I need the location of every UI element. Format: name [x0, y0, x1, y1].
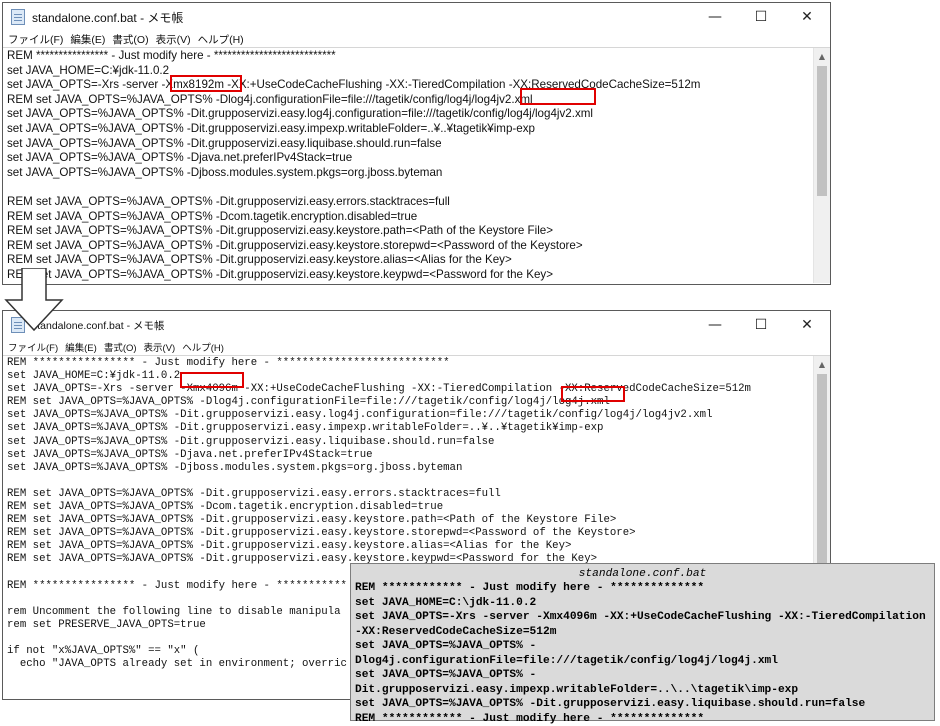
scroll-up-icon[interactable]: ▲ [814, 48, 830, 64]
notepad-icon [11, 9, 25, 25]
menu-help[interactable]: ヘルプ(H) [182, 340, 224, 354]
text-line: REM set JAVA_OPTS=%JAVA_OPTS% -Dit.grupp… [7, 514, 830, 527]
text-line: set JAVA_OPTS=%JAVA_OPTS% -Djboss.module… [7, 462, 830, 475]
maximize-button[interactable]: ☐ [738, 3, 784, 31]
menu-edit[interactable]: 編集(E) [65, 340, 97, 354]
text-line: REM set JAVA_OPTS=%JAVA_OPTS% -Dlog4j.co… [7, 396, 830, 409]
minimize-button[interactable]: — [692, 311, 738, 339]
text-line: set JAVA_HOME=C:¥jdk-11.0.2 [7, 370, 830, 383]
notepad-window-before[interactable]: standalone.conf.bat - メモ帳 — ☐ ✕ ファイル(F) … [2, 2, 831, 285]
menu-file[interactable]: ファイル(F) [8, 32, 63, 47]
menu-view[interactable]: 表示(V) [156, 32, 191, 47]
text-line: REM set JAVA_OPTS=%JAVA_OPTS% -Dit.grupp… [7, 268, 830, 283]
text-line: set JAVA_HOME=C:\jdk-11.0.2 [355, 596, 930, 611]
menu-bar: ファイル(F) 編集(E) 書式(O) 表示(V) ヘルプ(H) [3, 31, 830, 47]
text-line: set JAVA_OPTS=-Xrs -server -Xmx4096m -XX… [7, 383, 830, 396]
text-line: REM ************ - Just modify here - **… [355, 581, 930, 596]
close-button[interactable]: ✕ [784, 311, 830, 339]
callout-title: standalone.conf.bat [355, 567, 930, 581]
menu-file[interactable]: ファイル(F) [8, 340, 58, 354]
text-line: REM set JAVA_OPTS=%JAVA_OPTS% -Dit.grupp… [7, 488, 830, 501]
text-line: set JAVA_OPTS=%JAVA_OPTS% -Dit.grupposer… [7, 122, 830, 137]
text-line: REM set JAVA_OPTS=%JAVA_OPTS% -Dit.grupp… [7, 527, 830, 540]
title-bar[interactable]: standalone.conf.bat - メモ帳 — ☐ ✕ [3, 311, 830, 339]
down-arrow-icon [4, 268, 64, 332]
menu-format[interactable]: 書式(O) [104, 340, 137, 354]
text-line: set JAVA_OPTS=%JAVA_OPTS% -Dit.grupposer… [355, 668, 930, 697]
vertical-scrollbar[interactable]: ▲ [813, 48, 830, 283]
file-content-callout: standalone.conf.bat REM ************ - J… [350, 563, 935, 721]
text-line: set JAVA_OPTS=-Xrs -server -Xmx8192m -XX… [7, 78, 830, 93]
text-line: set JAVA_OPTS=%JAVA_OPTS% -Djboss.module… [7, 166, 830, 181]
text-editor[interactable]: REM **************** - Just modify here … [3, 47, 830, 283]
window-title: standalone.conf.bat - メモ帳 [32, 9, 183, 26]
text-line: REM set JAVA_OPTS=%JAVA_OPTS% -Dit.grupp… [7, 540, 830, 553]
text-line: set JAVA_HOME=C:¥jdk-11.0.2 [7, 64, 830, 79]
text-line: set JAVA_OPTS=-Xrs -server -Xmx4096m -XX… [355, 610, 930, 639]
menu-format[interactable]: 書式(O) [112, 32, 148, 47]
text-line: REM set JAVA_OPTS=%JAVA_OPTS% -Dlog4j.co… [7, 93, 830, 108]
text-line [7, 180, 830, 195]
text-line: set JAVA_OPTS=%JAVA_OPTS% -Dit.grupposer… [355, 697, 930, 712]
text-line: set JAVA_OPTS=%JAVA_OPTS% -Djava.net.pre… [7, 449, 830, 462]
text-line: REM set JAVA_OPTS=%JAVA_OPTS% -Dit.grupp… [7, 253, 830, 268]
close-button[interactable]: ✕ [784, 3, 830, 31]
text-line: set JAVA_OPTS=%JAVA_OPTS% -Dit.grupposer… [7, 436, 830, 449]
text-line: REM set JAVA_OPTS=%JAVA_OPTS% -Dit.grupp… [7, 239, 830, 254]
text-line: REM **************** - Just modify here … [7, 357, 830, 370]
text-line: set JAVA_OPTS=%JAVA_OPTS% -Dit.grupposer… [7, 422, 830, 435]
text-line: REM set JAVA_OPTS=%JAVA_OPTS% -Dit.grupp… [7, 195, 830, 210]
text-line: REM ************ - Just modify here - **… [355, 712, 930, 726]
menu-edit[interactable]: 編集(E) [70, 32, 105, 47]
text-line: set JAVA_OPTS=%JAVA_OPTS% -Djava.net.pre… [7, 151, 830, 166]
menu-bar: ファイル(F) 編集(E) 書式(O) 表示(V) ヘルプ(H) [3, 339, 830, 355]
menu-help[interactable]: ヘルプ(H) [198, 32, 244, 47]
title-bar[interactable]: standalone.conf.bat - メモ帳 — ☐ ✕ [3, 3, 830, 31]
text-line: REM set JAVA_OPTS=%JAVA_OPTS% -Dit.grupp… [7, 224, 830, 239]
scroll-thumb[interactable] [817, 66, 827, 196]
text-line: set JAVA_OPTS=%JAVA_OPTS% -Dit.grupposer… [7, 409, 830, 422]
scroll-up-icon[interactable]: ▲ [814, 356, 830, 372]
text-line: set JAVA_OPTS=%JAVA_OPTS% -Dit.grupposer… [7, 107, 830, 122]
text-line [7, 475, 830, 488]
text-line: REM set JAVA_OPTS=%JAVA_OPTS% -Dcom.tage… [7, 501, 830, 514]
minimize-button[interactable]: — [692, 3, 738, 31]
text-line: set JAVA_OPTS=%JAVA_OPTS% -Dit.grupposer… [7, 137, 830, 152]
maximize-button[interactable]: ☐ [738, 311, 784, 339]
text-line: set JAVA_OPTS=%JAVA_OPTS% -Dlog4j.config… [355, 639, 930, 668]
text-line: REM set JAVA_OPTS=%JAVA_OPTS% -Dcom.tage… [7, 210, 830, 225]
text-line: REM **************** - Just modify here … [7, 49, 830, 64]
menu-view[interactable]: 表示(V) [144, 340, 176, 354]
